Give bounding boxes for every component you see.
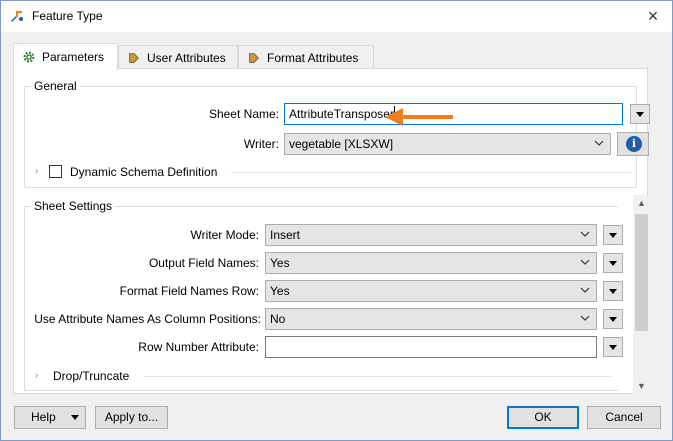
sheet-name-menu-button[interactable] [630, 104, 650, 124]
help-button[interactable]: Help [14, 406, 86, 429]
close-button[interactable]: × [642, 5, 664, 27]
chevron-down-icon [594, 140, 604, 146]
use-attr-names-label: Use Attribute Names As Column Positions: [34, 312, 261, 326]
sheet-name-value: AttributeTransposer [289, 107, 394, 121]
output-field-names-select[interactable]: Yes [265, 252, 597, 274]
info-icon: i [626, 136, 642, 152]
dynamic-schema-label: Dynamic Schema Definition [70, 165, 218, 179]
sheet-name-label: Sheet Name: [208, 107, 279, 121]
writer-mode-value: Insert [270, 228, 301, 242]
writer-select[interactable]: vegetable [XLSXW] [284, 133, 611, 155]
tab-label: Format Attributes [267, 50, 359, 65]
output-field-names-value: Yes [270, 256, 290, 270]
use-attr-names-value: No [270, 312, 286, 326]
arrow-right-icon [249, 52, 259, 63]
title-bar: Feature Type × [1, 1, 672, 32]
row-number-attr-label: Row Number Attribute: [138, 340, 259, 354]
dynamic-schema-expander[interactable]: › [35, 167, 45, 177]
use-attr-names-select[interactable]: No [265, 308, 597, 330]
writer-label: Writer: [243, 137, 279, 151]
dynamic-schema-checkbox[interactable] [49, 165, 62, 178]
writer-value: vegetable [XLSXW] [289, 137, 394, 151]
chevron-down-icon [580, 231, 590, 237]
apply-to-button[interactable]: Apply to... [95, 406, 168, 429]
format-field-names-row-menu-button[interactable] [603, 281, 623, 301]
dynamic-schema-divider [231, 172, 631, 173]
tab-format-attributes[interactable]: Format Attributes [238, 45, 374, 69]
annotation-arrow-icon [385, 108, 453, 126]
feature-type-dialog: Feature Type × Parameters User Attribute… [0, 0, 673, 441]
chevron-down-icon [580, 315, 590, 321]
settings-scrollbar[interactable]: ▲ ▼ [633, 195, 650, 395]
chevron-down-icon [580, 259, 590, 265]
tab-label: Parameters [42, 50, 105, 64]
window-title: Feature Type [32, 9, 103, 23]
tab-user-attributes[interactable]: User Attributes [118, 45, 238, 69]
format-field-names-row-label: Format Field Names Row: [119, 284, 259, 298]
writer-mode-label: Writer Mode: [190, 228, 259, 242]
help-label: Help [31, 410, 56, 424]
apply-to-label: Apply to... [104, 410, 159, 424]
row-number-attr-menu-button[interactable] [603, 337, 623, 357]
sheet-settings-legend: Sheet Settings [31, 199, 116, 213]
use-attr-names-menu-button[interactable] [603, 309, 623, 329]
drop-truncate-label[interactable]: Drop/Truncate [53, 369, 129, 383]
caret-down-icon [71, 415, 79, 420]
row-number-attr-input[interactable] [265, 336, 597, 358]
arrow-right-icon [129, 52, 139, 63]
general-legend: General [31, 79, 80, 93]
drop-truncate-expander[interactable]: › [35, 371, 45, 381]
ok-button[interactable]: OK [507, 406, 579, 429]
tab-parameters[interactable]: Parameters [13, 43, 118, 70]
fme-app-icon [11, 11, 23, 22]
tab-label: User Attributes [147, 50, 226, 65]
scroll-up-icon[interactable]: ▲ [633, 195, 650, 212]
scroll-down-icon[interactable]: ▼ [633, 378, 650, 395]
cancel-button[interactable]: Cancel [587, 406, 661, 429]
writer-mode-menu-button[interactable] [603, 225, 623, 245]
format-field-names-row-value: Yes [270, 284, 290, 298]
sheet-settings-group: Sheet Settings Writer Mode: Insert Outpu… [24, 199, 623, 391]
cancel-label: Cancel [605, 410, 643, 424]
drop-truncate-divider [143, 376, 613, 377]
writer-mode-select[interactable]: Insert [265, 224, 597, 246]
parameters-panel: General Sheet Name: AttributeTransposer … [13, 68, 650, 395]
writer-info-button[interactable]: i [617, 132, 649, 156]
output-field-names-label: Output Field Names: [148, 256, 259, 270]
ok-label: OK [534, 410, 552, 424]
output-field-names-menu-button[interactable] [603, 253, 623, 273]
scrollbar-thumb[interactable] [635, 214, 648, 331]
chevron-down-icon [580, 287, 590, 293]
general-group: General Sheet Name: AttributeTransposer … [24, 79, 650, 188]
gear-icon [23, 51, 35, 63]
format-field-names-row-select[interactable]: Yes [265, 280, 597, 302]
